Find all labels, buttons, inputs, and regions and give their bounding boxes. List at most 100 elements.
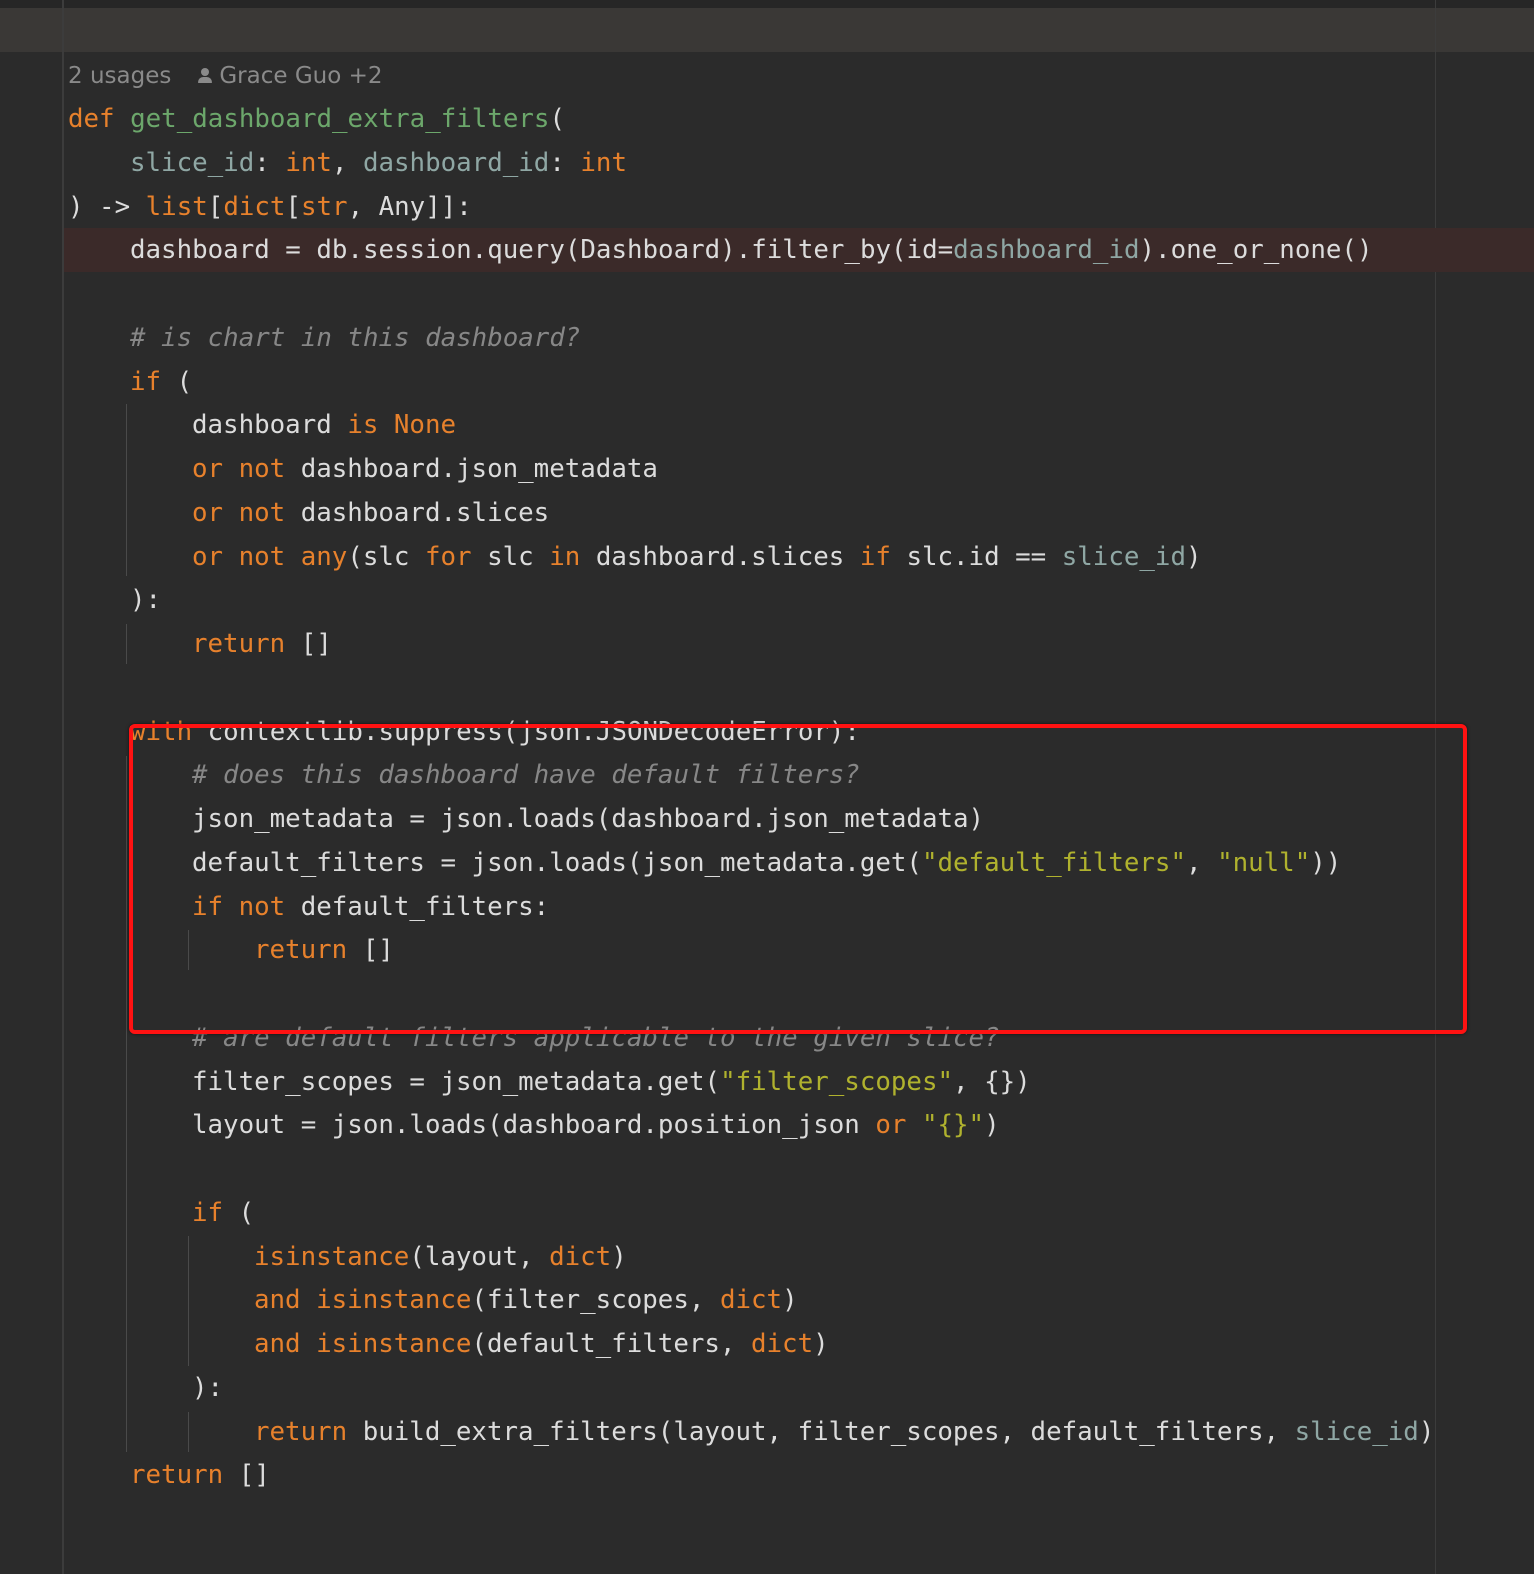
code-line[interactable]: slice_id: int, dashboard_id: int	[130, 141, 627, 185]
person-icon	[197, 68, 213, 84]
code-line[interactable]: or not dashboard.json_metadata	[192, 447, 658, 491]
parameter-token: slice_id	[130, 147, 255, 178]
code-line[interactable]: if (	[130, 360, 192, 404]
indent-guide	[188, 1412, 189, 1452]
code-token: (slc	[347, 541, 425, 572]
keyword-token: dict	[549, 1241, 612, 1272]
keyword-token: dict	[719, 1285, 783, 1316]
code-token: :	[549, 147, 581, 178]
keyword-token: and isinstance	[254, 1285, 472, 1316]
code-vision-hint[interactable]: 2 usages Grace Guo +2	[68, 62, 383, 90]
keyword-token: isinstance	[254, 1241, 410, 1272]
code-line[interactable]: dashboard = db.session.query(Dashboard).…	[130, 228, 1373, 272]
code-token: )	[1186, 541, 1202, 572]
keyword-token: or not	[192, 497, 301, 528]
code-token: (	[176, 366, 193, 397]
code-token: )	[782, 1285, 798, 1316]
code-line[interactable]: or not any(slc for slc in dashboard.slic…	[192, 535, 1202, 579]
keyword-token: or	[875, 1110, 922, 1141]
code-token: dashboard	[192, 410, 348, 441]
comment-token: # is chart in this dashboard?	[130, 322, 581, 353]
code-line[interactable]: # is chart in this dashboard?	[130, 316, 580, 360]
keyword-token: for	[424, 541, 488, 572]
code-token: slc	[487, 541, 550, 572]
code-line[interactable]: and isinstance(filter_scopes, dict)	[254, 1278, 798, 1322]
function-name-token: get_dashboard_extra_filters	[130, 104, 550, 134]
indent-guide	[126, 756, 127, 1452]
code-line[interactable]: filter_scopes = json_metadata.get("filte…	[192, 1060, 1031, 1104]
code-token: dashboard.json_metadata	[300, 454, 658, 484]
keyword-token: dict	[751, 1329, 814, 1359]
keyword-token: or not	[192, 454, 301, 484]
code-token: (layout,	[409, 1241, 550, 1272]
code-token: :	[254, 147, 286, 178]
code-token: ).one_or_none()	[1139, 235, 1373, 266]
keyword-token: or not any	[192, 541, 348, 572]
author-info[interactable]: Grace Guo +2	[219, 63, 382, 89]
code-line[interactable]: layout = json.loads(dashboard.position_j…	[192, 1103, 1000, 1147]
code-token: ,	[331, 147, 363, 178]
keyword-token: return	[192, 629, 301, 659]
code-line[interactable]: dashboard is None	[192, 403, 456, 447]
keyword-token: dict	[223, 191, 286, 222]
code-token: (	[549, 104, 565, 134]
parameter-token: slice_id	[1061, 541, 1186, 572]
code-line[interactable]: isinstance(layout, dict)	[254, 1235, 627, 1279]
code-token: (filter_scopes,	[471, 1285, 720, 1316]
code-token: slc.id ==	[906, 541, 1062, 572]
code-token: ) ->	[68, 191, 146, 222]
code-token: filter_scopes = json_metadata.get(	[192, 1066, 721, 1097]
usages-count[interactable]: 2 usages	[68, 63, 171, 89]
string-token: "filter_scopes"	[720, 1066, 954, 1097]
keyword-token: int	[285, 147, 332, 178]
code-line[interactable]: or not dashboard.slices	[192, 491, 549, 535]
code-token: )	[611, 1241, 627, 1272]
code-token: layout = json.loads(dashboard.position_j…	[192, 1110, 876, 1141]
code-token: , Any]]:	[347, 191, 472, 222]
code-token: (	[238, 1197, 255, 1228]
parameter-token: dashboard_id	[362, 147, 550, 178]
code-token: )	[984, 1110, 1000, 1141]
code-token: )	[1418, 1416, 1435, 1447]
keyword-token: if	[192, 1197, 239, 1228]
code-line[interactable]: return []	[130, 1453, 270, 1497]
keyword-token: return	[254, 1416, 363, 1447]
indent-guide	[126, 624, 127, 664]
string-token: "{}"	[921, 1110, 985, 1141]
keyword-token: return	[130, 1460, 239, 1491]
code-line[interactable]: return []	[192, 622, 332, 666]
top-strip	[0, 0, 1534, 8]
keyword-token: in	[549, 541, 596, 572]
code-line[interactable]: return build_extra_filters(layout, filte…	[254, 1410, 1434, 1454]
code-token: ):	[192, 1372, 224, 1403]
keyword-token: list	[145, 191, 208, 222]
code-token: dashboard = db.session.query(Dashboard).…	[130, 235, 954, 266]
keyword-token: int	[580, 147, 627, 178]
code-line[interactable]: ):	[130, 578, 161, 622]
code-token: (default_filters,	[471, 1329, 751, 1359]
parameter-token: slice_id	[1294, 1416, 1419, 1447]
code-line[interactable]: ):	[192, 1366, 223, 1410]
keyword-token: def	[68, 104, 131, 134]
keyword-token: if	[130, 366, 177, 397]
indent-guide	[188, 1236, 189, 1366]
keyword-token: is None	[347, 410, 457, 441]
keyword-token: str	[300, 191, 348, 222]
code-token: )	[813, 1329, 829, 1359]
parameter-token: dashboard_id	[953, 235, 1140, 266]
code-token: dashboard.slices	[595, 541, 860, 572]
code-line[interactable]: ) -> list[dict[str, Any]]:	[68, 185, 472, 229]
code-token: []	[238, 1460, 270, 1491]
code-line[interactable]: if (	[192, 1191, 254, 1235]
code-token: ):	[130, 585, 162, 616]
code-line[interactable]: and isinstance(default_filters, dict)	[254, 1322, 829, 1366]
code-token: dashboard.slices	[300, 497, 550, 528]
code-token: [	[207, 191, 224, 222]
code-token: , {})	[953, 1066, 1031, 1097]
keyword-token: and isinstance	[254, 1329, 472, 1359]
code-line[interactable]: def get_dashboard_extra_filters(	[68, 97, 565, 141]
red-highlight-box	[129, 724, 1467, 1034]
indent-guide	[126, 404, 127, 576]
code-token: []	[300, 629, 332, 659]
editor-top-bar	[0, 8, 1534, 52]
